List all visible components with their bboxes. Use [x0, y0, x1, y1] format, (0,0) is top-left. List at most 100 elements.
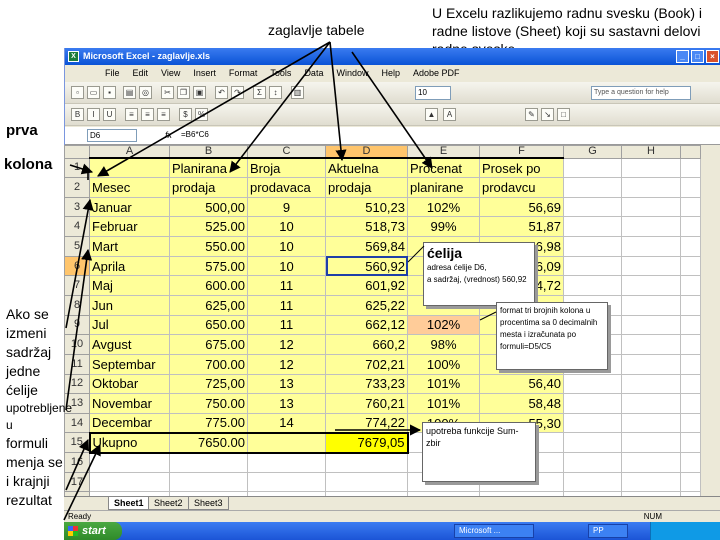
row-header[interactable]: 11	[64, 353, 90, 375]
cell-h[interactable]	[621, 294, 681, 316]
cell-b[interactable]: 600.00	[169, 275, 248, 296]
cell-c[interactable]: 11	[247, 275, 326, 296]
cell-d[interactable]: 518,73	[325, 216, 408, 238]
cell-a[interactable]: Novembar	[89, 393, 170, 414]
cell-b[interactable]: 725,00	[169, 373, 248, 395]
cell-a[interactable]: Maj	[89, 275, 170, 296]
cell-e[interactable]: 102%	[407, 196, 480, 218]
cell-i[interactable]	[680, 314, 701, 336]
cell-c[interactable]: 11	[247, 294, 326, 316]
maximize-icon[interactable]: □	[691, 50, 704, 63]
cell-h[interactable]	[621, 471, 681, 493]
fill-color-icon[interactable]: ▲	[425, 108, 438, 121]
cell-d[interactable]: 601,92	[325, 275, 408, 296]
percent-icon[interactable]: %	[195, 108, 208, 121]
row-header[interactable]: 17	[64, 471, 90, 493]
cell-d[interactable]: Aktuelna	[325, 157, 408, 179]
row-header[interactable]: 16	[64, 452, 90, 473]
cell-h[interactable]	[621, 314, 681, 336]
cell-h[interactable]	[621, 275, 681, 296]
cell-d[interactable]: 625,22	[325, 294, 408, 316]
cell-a[interactable]: Avgust	[89, 334, 170, 355]
cell-b[interactable]: Planirana	[169, 157, 248, 179]
cell-h[interactable]	[621, 236, 681, 257]
cell-d[interactable]: 733,23	[325, 373, 408, 395]
align-right-icon[interactable]: ≡	[157, 108, 170, 121]
row-header[interactable]: 7	[64, 275, 90, 296]
tab-sheet2[interactable]: Sheet2	[148, 497, 189, 510]
cell-h[interactable]	[621, 353, 681, 375]
cell-h[interactable]	[621, 452, 681, 473]
cell-d[interactable]: 662,12	[325, 314, 408, 336]
cell-i[interactable]	[680, 452, 701, 473]
column-header-a[interactable]: A	[89, 145, 170, 159]
row-header[interactable]: 8	[64, 294, 90, 316]
cell-e[interactable]: 100%	[407, 353, 480, 375]
cell-b[interactable]: 7650.00	[169, 431, 248, 454]
cell-g[interactable]	[563, 412, 622, 434]
cell-i[interactable]	[680, 353, 701, 375]
cell-g[interactable]	[563, 216, 622, 238]
cell-b[interactable]: prodaja	[169, 177, 248, 198]
cell-c[interactable]: 9	[247, 196, 326, 218]
cell-a[interactable]	[89, 157, 170, 179]
cell-b[interactable]: 675.00	[169, 334, 248, 355]
cell-h[interactable]	[621, 255, 681, 277]
cell-c[interactable]	[247, 471, 326, 493]
row-header[interactable]: 9	[64, 314, 90, 336]
cell-c[interactable]: 12	[247, 353, 326, 375]
cell-d[interactable]: 7679,05	[325, 431, 409, 454]
cell-i[interactable]	[680, 294, 701, 316]
cell-f[interactable]: 51,87	[479, 216, 564, 238]
cell-h[interactable]	[621, 412, 681, 434]
cell-i[interactable]	[680, 275, 701, 296]
column-header-b[interactable]: B	[169, 145, 248, 159]
cell-e[interactable]: 101%	[407, 393, 480, 414]
column-header-g[interactable]: G	[563, 145, 622, 159]
cell-g[interactable]	[563, 157, 622, 179]
new-icon[interactable]: ▫	[71, 86, 84, 99]
menu-edit[interactable]: Edit	[133, 68, 149, 82]
menu-file[interactable]: File	[105, 68, 120, 82]
rectangle-icon[interactable]: □	[557, 108, 570, 121]
cell-c[interactable]: Broja	[247, 157, 326, 179]
cell-b[interactable]: 550.00	[169, 236, 248, 257]
autosum-icon[interactable]: Σ	[253, 86, 266, 99]
select-all-corner[interactable]	[64, 145, 90, 159]
sort-icon[interactable]: ↕	[269, 86, 282, 99]
menu-data[interactable]: Data	[304, 68, 323, 82]
cell-c[interactable]	[247, 431, 326, 454]
cell-i[interactable]	[680, 393, 701, 414]
draw-icon[interactable]: ✎	[525, 108, 538, 121]
cell-c[interactable]: 13	[247, 373, 326, 395]
close-icon[interactable]: ×	[706, 50, 719, 63]
row-header[interactable]: 15	[64, 432, 90, 454]
cell-b[interactable]	[169, 452, 248, 473]
menu-window[interactable]: Window	[336, 68, 368, 82]
cell-a[interactable]: Mart	[89, 236, 170, 257]
cell-c[interactable]	[247, 452, 326, 473]
bold-icon[interactable]: B	[71, 108, 84, 121]
cell-c[interactable]: 14	[247, 412, 326, 434]
column-header-i[interactable]	[680, 145, 701, 159]
cell-g[interactable]	[563, 236, 622, 257]
column-header-h[interactable]: H	[621, 145, 681, 159]
cell-d[interactable]: 760,21	[325, 393, 408, 414]
cell-i[interactable]	[680, 334, 701, 355]
currency-icon[interactable]: $	[179, 108, 192, 121]
cell-a[interactable]: Februar	[89, 216, 170, 238]
cell-g[interactable]	[563, 275, 622, 296]
cell-a[interactable]: Mesec	[89, 177, 170, 198]
cell-g[interactable]	[563, 196, 622, 218]
cell-g[interactable]	[563, 393, 622, 414]
help-search-input[interactable]: Type a question for help	[591, 86, 691, 100]
cell-g[interactable]	[563, 471, 622, 493]
cell-d[interactable]: 510,23	[325, 196, 408, 218]
tab-sheet3[interactable]: Sheet3	[188, 497, 229, 510]
print-icon[interactable]: ▤	[123, 86, 136, 99]
menu-format[interactable]: Format	[229, 68, 258, 82]
cell-d[interactable]: prodaja	[325, 177, 408, 198]
cell-b[interactable]: 500,00	[169, 196, 248, 218]
cell-i[interactable]	[680, 196, 701, 218]
align-center-icon[interactable]: ≡	[141, 108, 154, 121]
